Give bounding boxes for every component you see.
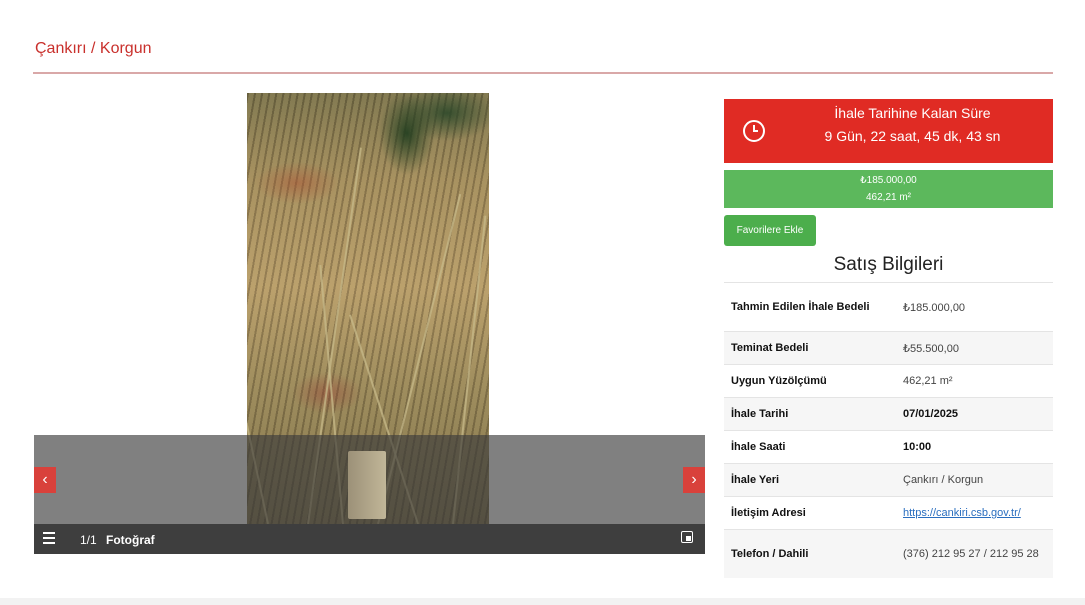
chevron-right-icon: ›	[691, 471, 697, 488]
countdown-value: 9 Gün, 22 saat, 45 dk, 43 sn	[824, 128, 1001, 144]
photo-gallery[interactable]: ‹ › 1/1 Fotoğraf	[34, 93, 705, 554]
row-value: https://cankiri.csb.gov.tr/	[885, 496, 1053, 530]
page-bottom-strip	[0, 598, 1085, 605]
area-value: 462,21 m²	[865, 192, 912, 203]
photo-marker-post	[348, 451, 386, 519]
table-row: İhale Saati 10:00	[724, 430, 1053, 464]
chevron-left-icon: ‹	[42, 471, 48, 488]
menu-icon[interactable]	[43, 532, 55, 544]
fullscreen-icon[interactable]	[681, 531, 693, 543]
row-value: 07/01/2025	[885, 397, 1053, 431]
row-key: İhale Tarihi	[724, 397, 885, 431]
page-title: Çankırı / Korgun	[35, 40, 152, 57]
row-key: Telefon / Dahili	[724, 529, 885, 578]
table-row: Tahmin Edilen İhale Bedeli ₺185.000,00	[724, 282, 1053, 332]
photo-caption: Fotoğraf	[106, 533, 155, 547]
table-row: Uygun Yüzölçümü 462,21 m²	[724, 364, 1053, 398]
row-value: (376) 212 95 27 / 212 95 28	[885, 529, 1053, 578]
photo-counter: 1/1	[80, 533, 97, 547]
price-summary: ₺185.000,00 462,21 m²	[724, 170, 1053, 208]
countdown-box: İhale Tarihine Kalan Süre 9 Gün, 22 saat…	[724, 99, 1053, 163]
row-key: İhale Yeri	[724, 463, 885, 497]
table-row: İhale Tarihi 07/01/2025	[724, 397, 1053, 431]
row-key: İletişim Adresi	[724, 496, 885, 530]
row-value: Çankırı / Korgun	[885, 463, 1053, 497]
table-row: Teminat Bedeli ₺55.500,00	[724, 331, 1053, 365]
row-value: ₺55.500,00	[885, 331, 1053, 365]
contact-address-link[interactable]: https://cankiri.csb.gov.tr/	[903, 507, 1021, 519]
table-row: İhale Yeri Çankırı / Korgun	[724, 463, 1053, 497]
table-row: İletişim Adresi https://cankiri.csb.gov.…	[724, 496, 1053, 530]
add-to-favorites-button[interactable]: Favorilere Ekle	[724, 215, 816, 246]
row-key: Uygun Yüzölçümü	[724, 364, 885, 398]
row-value: ₺185.000,00	[885, 282, 1053, 332]
row-key: İhale Saati	[724, 430, 885, 464]
price-value: ₺185.000,00	[860, 175, 917, 186]
gallery-toolbar: 1/1 Fotoğraf	[34, 524, 705, 554]
row-key: Tahmin Edilen İhale Bedeli	[724, 282, 885, 332]
row-value: 462,21 m²	[885, 364, 1053, 398]
countdown-label: İhale Tarihine Kalan Süre	[834, 105, 991, 121]
sale-info-table: Tahmin Edilen İhale Bedeli ₺185.000,00 T…	[724, 282, 1053, 578]
row-value: 10:00	[885, 430, 1053, 464]
section-title: Satış Bilgileri	[833, 254, 944, 275]
table-row: Telefon / Dahili (376) 212 95 27 / 212 9…	[724, 529, 1053, 578]
row-key: Teminat Bedeli	[724, 331, 885, 365]
previous-photo-button[interactable]: ‹	[34, 467, 56, 493]
next-photo-button[interactable]: ›	[683, 467, 705, 493]
title-divider	[33, 72, 1053, 74]
